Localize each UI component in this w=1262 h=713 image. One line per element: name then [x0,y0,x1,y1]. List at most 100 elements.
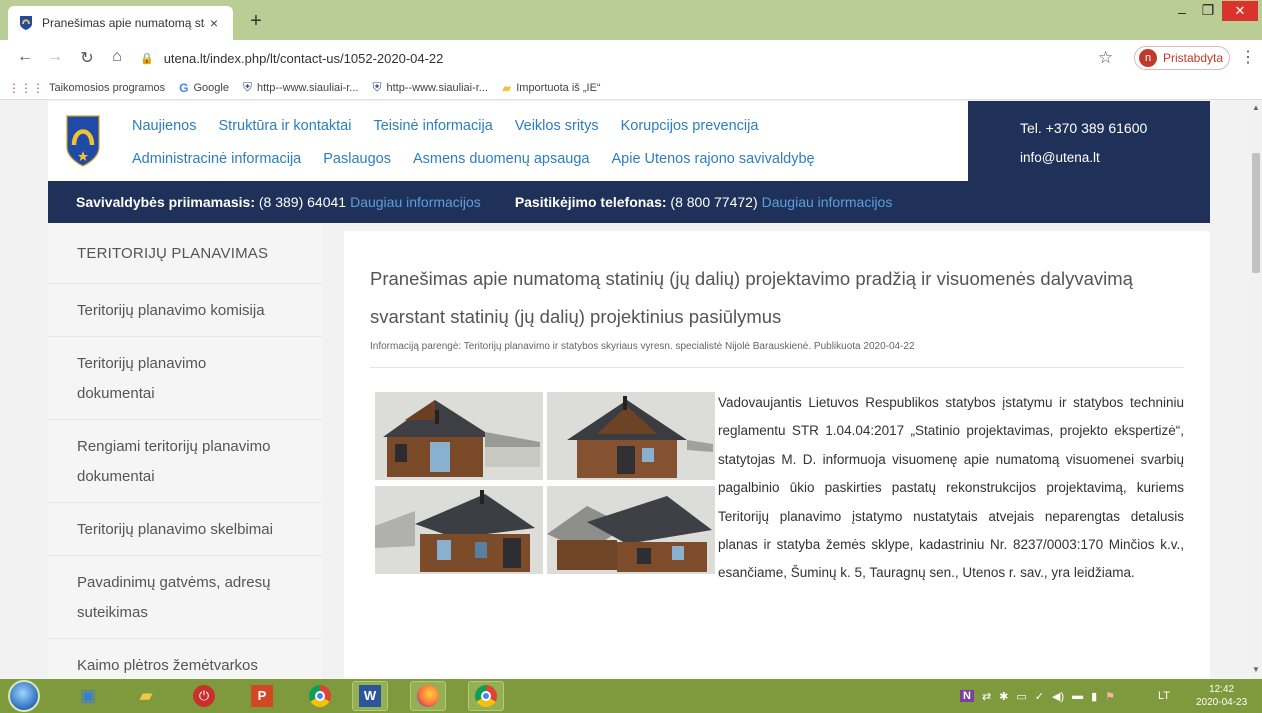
antivirus-tray-icon[interactable]: ✓ [1035,690,1044,703]
nav-struktura[interactable]: Struktūra ir kontaktai [219,118,352,134]
bookmark-label: http--www.siauliai-r... [257,81,359,94]
flag-tray-icon[interactable]: ⚑ [1105,690,1115,703]
clock-time: 12:42 [1209,684,1235,695]
nav-teisine-informacija[interactable]: Teisinė informacija [373,118,492,134]
sidebar-item-rengiami[interactable]: Rengiami teritorijų planavimo dokumentai [48,420,322,503]
sidebar-item-dokumentai[interactable]: Teritorijų planavimo dokumentai [48,337,322,420]
new-tab-button[interactable]: + [244,10,268,33]
building-render-image[interactable] [547,392,715,480]
network-tray-icon[interactable]: ⇄ [982,690,991,703]
nav-paslaugos[interactable]: Paslaugos [323,151,391,167]
word-icon[interactable]: W [352,681,388,711]
nav-korupcijos-prevencija[interactable]: Korupcijos prevencija [621,118,759,134]
bookmark-star-icon[interactable]: ☆ [1098,48,1113,68]
main-nav-row-2: Administracinė informacija Paslaugos Asm… [132,151,837,167]
firefox-icon[interactable] [410,681,446,711]
close-window-button[interactable]: ✕ [1222,1,1258,21]
apps-grid-icon: ⋮⋮⋮ [8,80,44,95]
header-phone[interactable]: Tel. +370 389 61600 [1020,120,1210,136]
address-bar[interactable]: 🔒 utena.lt/index.php/lt/contact-us/1052-… [140,46,1120,70]
keyboard-language[interactable]: LT [1158,690,1170,702]
reload-icon[interactable]: ↻ [76,48,98,68]
trust-phone-number: (8 800 77472) [670,194,758,210]
page-viewport: Naujienos Struktūra ir kontaktai Teisinė… [0,101,1250,679]
bookmark-google[interactable]: G Google [179,81,229,95]
utena-coat-of-arms-logo[interactable] [66,115,100,167]
chrome-icon[interactable] [302,681,338,711]
divider [370,367,1184,368]
browser-tab[interactable]: Pranešimas apie numatomą stati × [8,6,233,40]
building-render-images[interactable] [375,392,715,574]
explorer-folder-icon[interactable]: ▰ [128,681,164,711]
signal-tray-icon[interactable]: ▮ [1091,690,1097,703]
power-icon[interactable]: ⏻ [186,681,222,711]
siauliai-crest-icon: ⛨ [242,80,252,94]
home-icon[interactable]: ⌂ [106,48,128,68]
folder-icon: ▰ [501,80,512,95]
bookmark-apps[interactable]: ⋮⋮⋮ Taikomosios programos [8,81,165,95]
reception-more-link[interactable]: Daugiau informacijos [350,194,481,210]
scroll-down-arrow-icon[interactable]: ▼ [1252,665,1260,674]
bookmark-siauliai-2[interactable]: ⛨ http--www.siauliai-r... [372,80,488,95]
trust-phone-label: Pasitikėjimo telefonas: [514,194,667,210]
bluetooth-tray-icon[interactable]: ✱ [999,690,1008,703]
article-panel: Pranešimas apie numatomą statinių (jų da… [344,231,1210,679]
article-title: Pranešimas apie numatomą statinių (jų da… [370,268,1133,327]
google-icon: G [179,80,189,95]
bookmarks-bar: ⋮⋮⋮ Taikomosios programos G Google ⛨ htt… [0,76,1262,100]
scroll-up-arrow-icon[interactable]: ▲ [1252,103,1260,112]
sidebar-item-pavadinimai[interactable]: Pavadinimų gatvėms, adresų suteikimas [48,556,322,639]
volume-tray-icon[interactable]: ◀) [1052,690,1064,703]
article-body-text: Vadovaujantis Lietuvos Respublikos staty… [718,395,1184,581]
nav-naujienos[interactable]: Naujienos [132,118,197,134]
nav-administracine-informacija[interactable]: Administracinė informacija [132,151,301,167]
sidebar-item-komisija[interactable]: Teritorijų planavimo komisija [48,284,322,337]
avatar: n [1139,49,1157,67]
minimize-button[interactable]: – [1170,4,1194,20]
nav-veiklos-sritys[interactable]: Veiklos sritys [515,118,599,134]
sidebar-item-kaimo-pletra[interactable]: Kaimo plėtros žemėtvarkos projektai [48,639,322,679]
windows-taskbar: ▣ ▰ ⏻ P W N ⇄ ✱ ▭ ✓ ◀) ▬ ▮ ⚑ LT 12:42 20… [0,679,1262,713]
onenote-tray-icon[interactable]: N [960,690,974,702]
bookmark-folder-imported[interactable]: ▰ Importuota iš „IE“ [502,81,601,95]
site-header: Naujienos Struktūra ir kontaktai Teisinė… [48,101,1210,181]
clock-date: 2020-04-23 [1196,697,1248,708]
back-arrow-icon[interactable]: ← [14,48,36,68]
powerpoint-icon[interactable]: P [244,681,280,711]
building-render-image[interactable] [375,486,543,574]
sidebar: TERITORIJŲ PLANAVIMAS Teritorijų planavi… [48,223,322,679]
scroll-thumb[interactable] [1252,153,1260,273]
nav-apie-utenos-rajona[interactable]: Apie Utenos rajono savivaldybę [612,151,815,167]
reception-label: Savivaldybės priimamasis: [76,194,255,210]
start-orb-icon[interactable] [8,680,40,712]
tab-close-icon[interactable]: × [205,15,223,31]
trust-more-link[interactable]: Daugiau informacijos [762,194,893,210]
bookmark-label: Google [193,81,229,94]
page-scrollbar[interactable]: ▲ ▼ [1250,101,1262,679]
bookmark-siauliai-1[interactable]: ⛨ http--www.siauliai-r... [243,80,359,95]
system-tray: N ⇄ ✱ ▭ ✓ ◀) ▬ ▮ ⚑ [960,679,1115,713]
bookmark-label: http--www.siauliai-r... [386,81,488,94]
main-nav-row-1: Naujienos Struktūra ir kontaktai Teisinė… [132,118,780,134]
browser-title-bar: Pranešimas apie numatomą stati × + – ❐ ✕ [0,0,1262,40]
chrome-active-icon[interactable] [468,681,504,711]
info-bar: Savivaldybės priimamasis: (8 389) 64041 … [48,181,1210,223]
menu-kebab-icon[interactable]: ⋮ [1240,47,1256,67]
header-email[interactable]: info@utena.lt [1020,150,1210,165]
forward-arrow-icon[interactable]: → [44,48,66,68]
building-render-image[interactable] [375,392,543,480]
bookmark-label: Taikomosios programos [49,81,166,94]
display-tray-icon[interactable]: ▬ [1072,690,1083,702]
taskbar-clock[interactable]: 12:42 2020-04-23 [1196,683,1247,709]
siauliai-crest-icon: ⛨ [372,80,382,94]
chat-tray-icon[interactable]: ▭ [1016,690,1026,703]
file-manager-icon[interactable]: ▣ [70,681,106,711]
sidebar-item-skelbimai[interactable]: Teritorijų planavimo skelbimai [48,503,322,556]
maximize-button[interactable]: ❐ [1196,2,1220,19]
reception-phone: (8 389) 64041 [258,194,347,210]
sidebar-heading[interactable]: TERITORIJŲ PLANAVIMAS [48,223,322,284]
address-text: utena.lt/index.php/lt/contact-us/1052-20… [163,50,444,66]
profile-button[interactable]: n Pristabdyta [1134,46,1230,70]
nav-asmens-duomenu-apsauga[interactable]: Asmens duomenų apsauga [413,151,590,167]
building-render-image[interactable] [547,486,715,574]
